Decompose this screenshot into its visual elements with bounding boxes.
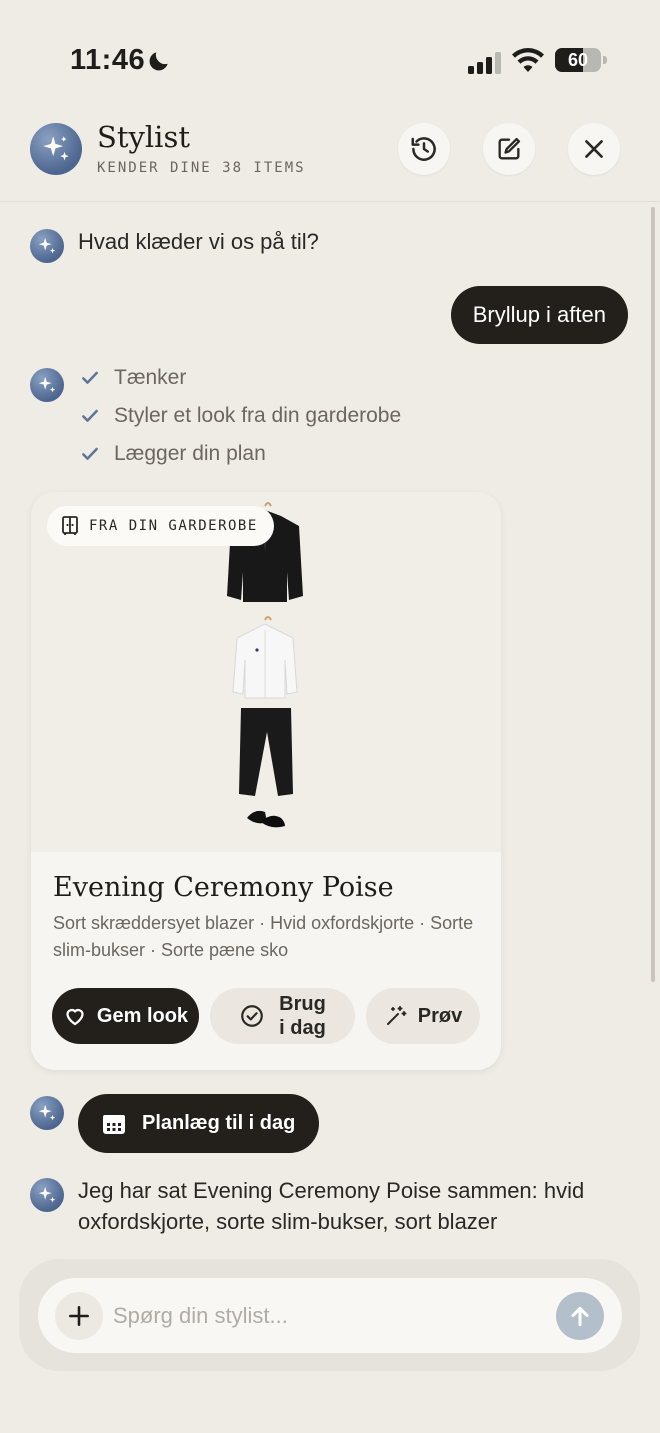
chat-header: Stylist KENDER DINE 38 ITEMS	[0, 110, 660, 202]
assistant-message: Hvad klæder vi os på til?	[78, 229, 319, 254]
stylist-avatar	[30, 1178, 64, 1212]
wear-today-label-line1: Brug	[279, 993, 326, 1015]
signal-icon	[468, 52, 501, 74]
add-attachment-button[interactable]	[55, 1292, 103, 1340]
composer[interactable]	[38, 1278, 622, 1353]
send-button[interactable]	[556, 1292, 604, 1340]
sparkles-icon	[38, 1104, 56, 1121]
close-button[interactable]	[568, 123, 620, 175]
wardrobe-icon	[62, 516, 78, 535]
stylist-avatar	[30, 368, 64, 402]
plus-icon	[69, 1306, 89, 1326]
sparkles-icon	[38, 1186, 56, 1203]
check-circle-icon	[241, 1005, 263, 1027]
plan-today-button[interactable]: Planlæg til i dag	[78, 1094, 319, 1153]
badge-label: FRA DIN GARDEROBE	[89, 518, 258, 534]
step-label: Tænker	[114, 366, 187, 389]
page-title: Stylist	[97, 120, 190, 154]
sparkles-icon	[43, 136, 69, 161]
moon-icon	[149, 52, 168, 71]
try-on-button[interactable]: Prøv	[366, 988, 480, 1044]
outfit-card[interactable]: FRA DIN GARDEROBE Evening Ceremony Poise…	[31, 492, 501, 1070]
step-label: Lægger din plan	[114, 442, 266, 465]
sparkles-icon	[38, 376, 56, 393]
stylist-avatar	[30, 229, 64, 263]
new-chat-button[interactable]	[483, 123, 535, 175]
history-icon	[411, 137, 436, 161]
stylist-avatar	[30, 1096, 64, 1130]
progress-step: Lægger din plan	[80, 442, 266, 466]
save-look-label: Gem look	[96, 1004, 189, 1027]
save-look-button[interactable]: Gem look	[52, 988, 199, 1044]
step-label: Styler et look fra din garderobe	[114, 404, 402, 427]
try-on-label: Prøv	[417, 1004, 463, 1027]
calendar-icon	[103, 1114, 125, 1134]
heart-icon	[66, 1008, 84, 1026]
user-message-bubble: Bryllup i aften	[450, 286, 628, 344]
check-icon	[82, 409, 98, 422]
status-bar: 11:46 60	[0, 0, 660, 110]
progress-step: Styler et look fra din garderobe	[80, 404, 401, 428]
shirt-image	[232, 616, 298, 699]
outfit-image[interactable]: FRA DIN GARDEROBE	[31, 492, 501, 852]
arrow-up-icon	[571, 1306, 589, 1327]
page-subtitle: KENDER DINE 38 ITEMS	[97, 160, 306, 176]
sparkles-icon	[38, 237, 56, 254]
wifi-icon	[512, 48, 544, 72]
magic-wand-icon	[386, 1006, 407, 1025]
check-icon	[82, 371, 98, 384]
battery-indicator: 60	[555, 48, 607, 72]
wear-today-button[interactable]: Brug i dag	[210, 988, 355, 1044]
check-icon	[82, 447, 98, 460]
wear-today-label-line2: i dag	[279, 1017, 326, 1039]
plan-today-label: Planlæg til i dag	[142, 1112, 296, 1134]
assistant-summary: Jeg har sat Evening Ceremony Poise samme…	[78, 1178, 585, 1234]
edit-icon	[498, 137, 521, 160]
message-input[interactable]	[113, 1296, 533, 1336]
progress-step: Tænker	[80, 366, 186, 390]
scrollbar[interactable]	[651, 207, 655, 982]
close-icon	[585, 140, 603, 158]
status-time: 11:46	[70, 44, 146, 76]
outfit-items: Sort skræddersyet blazer · Hvid oxfordsk…	[53, 913, 474, 960]
battery-percent: 60	[567, 50, 589, 70]
stylist-avatar	[30, 123, 82, 175]
trousers-image	[239, 708, 293, 796]
shoes-image	[247, 810, 285, 828]
history-button[interactable]	[398, 123, 450, 175]
wardrobe-badge: FRA DIN GARDEROBE	[47, 506, 274, 546]
outfit-title: Evening Ceremony Poise	[53, 872, 394, 903]
